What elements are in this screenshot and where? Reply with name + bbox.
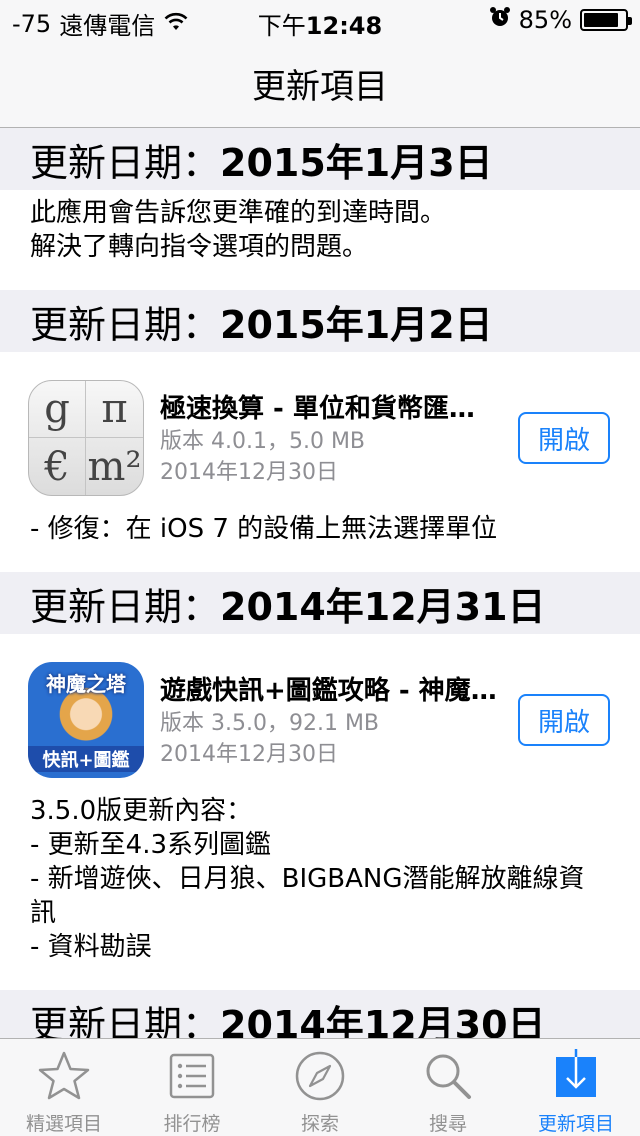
status-bar: -75 遠傳電信 下午12:48 85% — [0, 0, 640, 40]
note-line: - 修復：在 iOS 7 的設備上無法選擇單位 — [30, 514, 498, 544]
section-header: 更新日期： 2014年12月30日 — [0, 990, 640, 1038]
section-date: 2015年1月2日 — [220, 302, 493, 347]
game-app-icon[interactable]: 神魔之塔 快訊+圖鑑 — [28, 662, 144, 778]
section-label: 更新日期： — [30, 140, 221, 185]
section-date: 2014年12月31日 — [220, 584, 546, 629]
note-line: 此應用會告訴您更準確的到達時間。 — [30, 198, 447, 228]
updates-list[interactable]: 更新日期： 2015年1月3日 此應用會告訴您更準確的到達時間。 解決了轉向指令選… — [0, 128, 640, 1038]
page-title: 更新項目 — [252, 67, 388, 107]
open-button[interactable]: 開啟 — [518, 694, 610, 746]
tab-label: 精選項目 — [25, 1113, 102, 1135]
release-notes: - 修復：在 iOS 7 的設備上無法選擇單位 — [0, 506, 640, 572]
note-line: 解決了轉向指令選項的問題。 — [30, 232, 369, 262]
note-line: - 資料勘誤 — [30, 932, 152, 962]
app-update-row[interactable]: g π € m² 極速換算 - 單位和貨幣匯率轉換器 版本 4.0.1，5.0 … — [0, 352, 640, 506]
search-icon — [420, 1049, 476, 1103]
alarm-icon — [489, 6, 511, 34]
tab-label: 搜尋 — [428, 1113, 467, 1135]
section-date: 2015年1月3日 — [220, 140, 493, 185]
section-label: 更新日期： — [30, 584, 221, 629]
icon-title: 神魔之塔 — [46, 672, 126, 696]
note-line: 3.5.0版更新內容： — [30, 796, 253, 826]
app-release-date: 2014年12月30日 — [160, 742, 338, 767]
navigation-bar: 更新項目 — [0, 40, 640, 128]
icon-subtitle: 快訊+圖鑑 — [28, 746, 144, 772]
app-info: 極速換算 - 單位和貨幣匯率轉換器 版本 4.0.1，5.0 MB 2014年1… — [160, 392, 500, 488]
battery-percent: 85% — [518, 6, 572, 34]
battery-icon — [580, 9, 632, 31]
open-button[interactable]: 開啟 — [518, 412, 610, 464]
icon-glyph: g — [29, 381, 86, 438]
tab-featured[interactable]: 精選項目 — [0, 1039, 128, 1136]
tab-charts[interactable]: 排行榜 — [128, 1039, 256, 1136]
release-notes: 3.5.0版更新內容： - 更新至4.3系列圖鑑 - 新增遊俠、日月狼、BIGB… — [0, 788, 640, 990]
section-date: 2014年12月30日 — [220, 1002, 546, 1039]
app-name: 遊戲快訊+圖鑑攻略 - 神魔之塔版 — [160, 676, 500, 706]
download-icon — [548, 1049, 604, 1103]
icon-glyph: π — [86, 381, 143, 438]
time-prefix: 下午 — [257, 12, 306, 40]
section-header: 更新日期： 2015年1月2日 — [0, 290, 640, 352]
section-header: 更新日期： 2015年1月3日 — [0, 128, 640, 190]
app-name: 極速換算 - 單位和貨幣匯率轉換器 — [160, 394, 500, 424]
section-header: 更新日期： 2014年12月31日 — [0, 572, 640, 634]
icon-glyph: € — [29, 438, 86, 495]
section-label: 更新日期： — [30, 302, 221, 347]
tab-updates[interactable]: 更新項目 — [512, 1039, 640, 1136]
time-value: 12:48 — [305, 12, 383, 40]
calculator-app-icon[interactable]: g π € m² — [28, 380, 144, 496]
app-info: 遊戲快訊+圖鑑攻略 - 神魔之塔版 版本 3.5.0，92.1 MB 2014年… — [160, 674, 500, 770]
tab-search[interactable]: 搜尋 — [384, 1039, 512, 1136]
icon-glyph: m² — [87, 443, 142, 490]
tab-explore[interactable]: 探索 — [256, 1039, 384, 1136]
note-line: - 新增遊俠、日月狼、BIGBANG潛能解放離線資訊 — [30, 864, 585, 928]
compass-icon — [292, 1049, 348, 1103]
tab-label: 探索 — [300, 1113, 339, 1135]
app-update-row[interactable]: 神魔之塔 快訊+圖鑑 遊戲快訊+圖鑑攻略 - 神魔之塔版 版本 3.5.0，92… — [0, 634, 640, 788]
list-icon — [164, 1049, 220, 1103]
section-label: 更新日期： — [30, 1002, 221, 1039]
tab-label: 更新項目 — [537, 1113, 614, 1135]
tab-label: 排行榜 — [163, 1113, 221, 1135]
app-version: 版本 3.5.0，92.1 MB — [160, 711, 380, 736]
app-version: 版本 4.0.1，5.0 MB — [160, 429, 366, 454]
app-release-date: 2014年12月30日 — [160, 460, 338, 485]
tab-bar: 精選項目 排行榜 探索 搜尋 更新項目 — [0, 1038, 640, 1136]
star-icon — [36, 1049, 92, 1103]
battery-fill — [584, 13, 618, 27]
note-line: - 更新至4.3系列圖鑑 — [30, 830, 271, 860]
release-notes: 此應用會告訴您更準確的到達時間。 解決了轉向指令選項的問題。 — [0, 190, 640, 290]
status-right: 85% — [489, 6, 632, 34]
